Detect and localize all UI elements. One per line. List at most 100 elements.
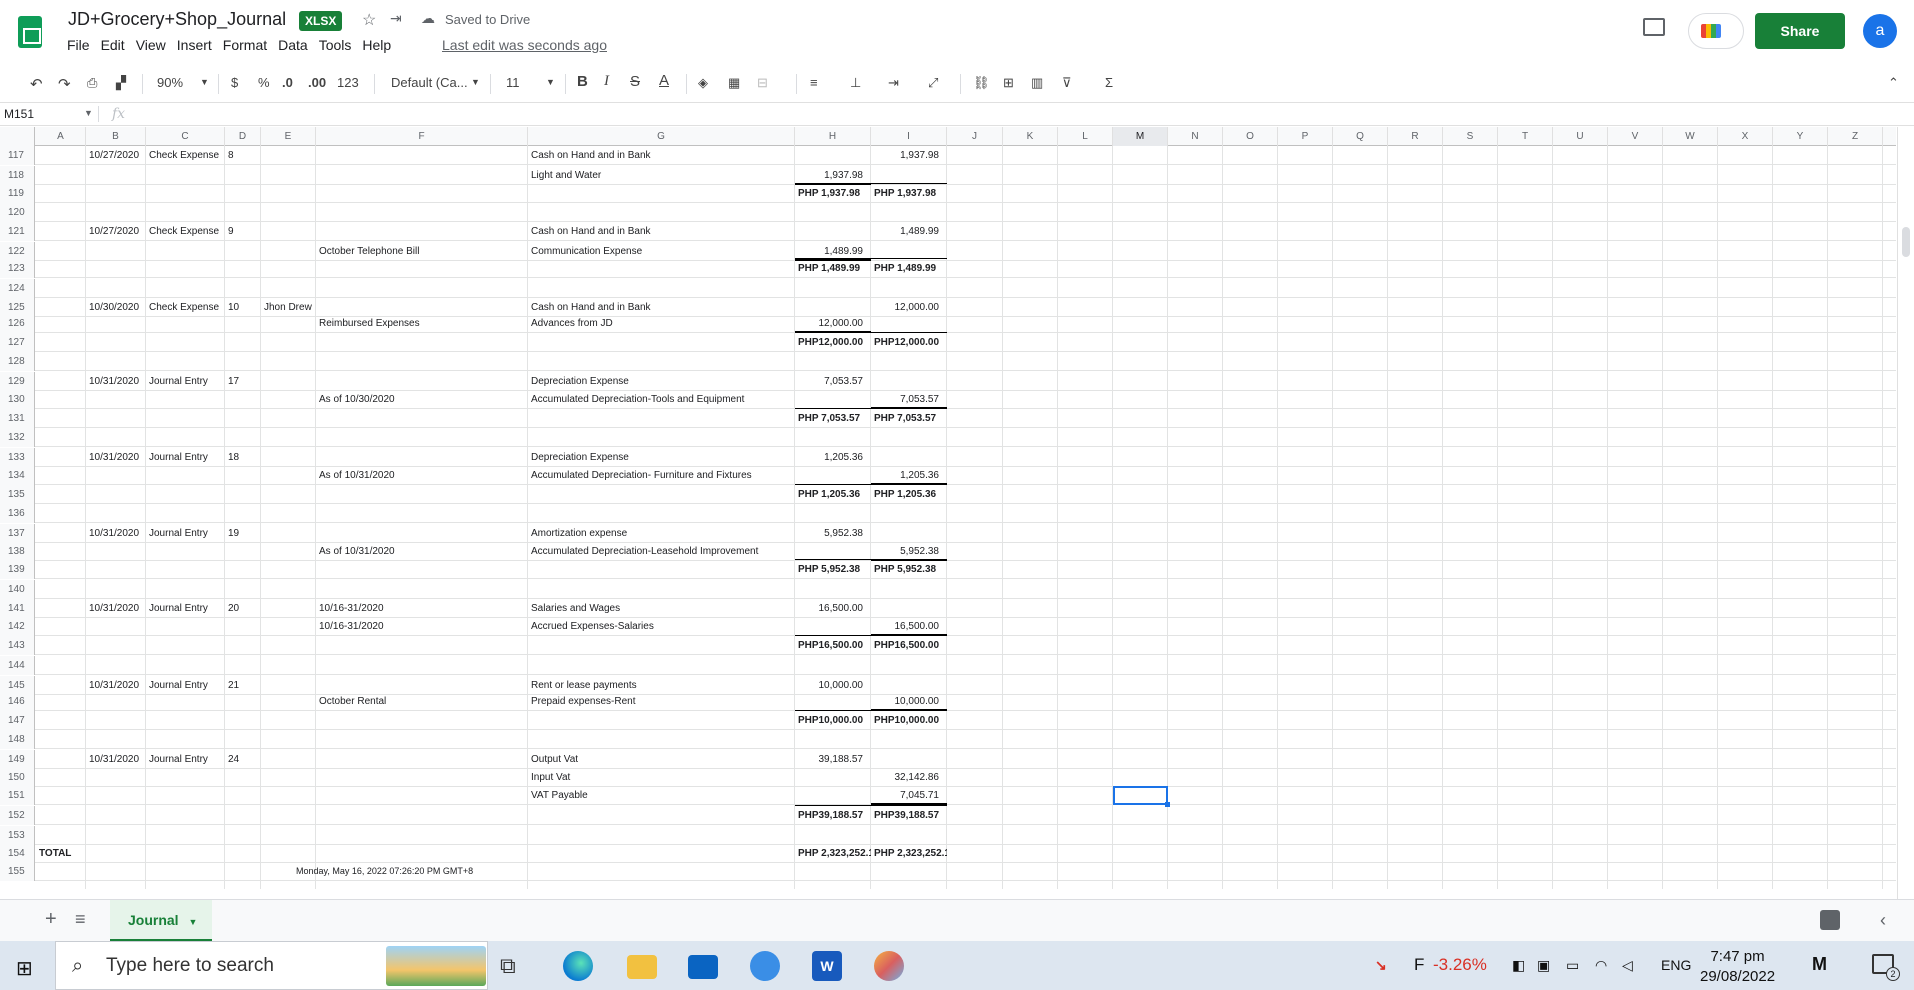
- insert-comment-icon[interactable]: ⊞: [1003, 75, 1014, 91]
- cell-g[interactable]: Salaries and Wages: [531, 599, 808, 618]
- cell-g[interactable]: Advances from JD: [531, 314, 808, 333]
- cell-h[interactable]: PHP12,000.00: [795, 333, 871, 352]
- cell-g[interactable]: Accrued Expenses-Salaries: [531, 617, 808, 636]
- menu-tools[interactable]: Tools: [319, 37, 359, 53]
- stock-icon[interactable]: ↘: [1375, 957, 1387, 974]
- chevron-down-icon[interactable]: ▼: [471, 77, 480, 87]
- column-header[interactable]: G: [528, 127, 795, 146]
- row-header[interactable]: 147: [0, 711, 35, 730]
- cell-h[interactable]: PHP 2,323,252.1: [795, 844, 871, 863]
- scrollbar-thumb[interactable]: [1902, 227, 1910, 257]
- cell-d[interactable]: 17: [228, 372, 261, 391]
- cell-h[interactable]: 1,205.36: [795, 448, 871, 467]
- chevron-down-icon[interactable]: ▼: [84, 108, 93, 118]
- last-edit-link[interactable]: Last edit was seconds ago: [442, 37, 607, 53]
- column-header[interactable]: F: [316, 127, 528, 146]
- filter-icon[interactable]: ⊽: [1062, 75, 1072, 91]
- row-header[interactable]: 118: [0, 166, 35, 185]
- cell-d[interactable]: 20: [228, 599, 261, 618]
- cell-i[interactable]: PHP10,000.00: [871, 711, 947, 730]
- column-header[interactable]: J: [947, 127, 1003, 146]
- volume-icon[interactable]: ◁: [1622, 957, 1633, 974]
- column-header[interactable]: T: [1498, 127, 1553, 146]
- cell-h[interactable]: 16,500.00: [795, 599, 871, 618]
- tab-journal[interactable]: Journal ▼: [110, 900, 212, 942]
- cell-f[interactable]: Reimbursed Expenses: [319, 314, 528, 333]
- cell-d[interactable]: 18: [228, 448, 261, 467]
- cell-i[interactable]: PHP 5,952.38: [871, 560, 947, 579]
- column-header[interactable]: D: [225, 127, 261, 146]
- cell-i[interactable]: PHP12,000.00: [871, 333, 947, 352]
- bold-button[interactable]: B: [577, 73, 588, 90]
- avatar[interactable]: a: [1863, 14, 1897, 48]
- row-header[interactable]: 124: [0, 279, 35, 298]
- print-icon[interactable]: ⎙: [87, 75, 97, 91]
- column-header[interactable]: P: [1278, 127, 1333, 146]
- row-header[interactable]: 120: [0, 203, 35, 222]
- cell-d[interactable]: 24: [228, 750, 261, 769]
- cell-g[interactable]: Accumulated Depreciation- Furniture and …: [531, 466, 808, 485]
- cell-b[interactable]: 10/27/2020: [89, 222, 146, 241]
- cell-i[interactable]: 16,500.00: [871, 617, 947, 636]
- column-header[interactable]: N: [1168, 127, 1223, 146]
- text-color-button[interactable]: A: [659, 72, 669, 89]
- row-header[interactable]: 130: [0, 390, 35, 409]
- cell-i[interactable]: 7,053.57: [871, 390, 947, 409]
- cell-h[interactable]: PHP39,188.57: [795, 806, 871, 825]
- row-header[interactable]: 137: [0, 524, 35, 543]
- collapse-toolbar-icon[interactable]: ⌃: [1888, 75, 1899, 91]
- cell-b[interactable]: 10/31/2020: [89, 448, 146, 467]
- column-header[interactable]: I: [871, 127, 947, 146]
- column-header[interactable]: W: [1663, 127, 1718, 146]
- people-icon[interactable]: ▣: [1537, 957, 1550, 974]
- row-header[interactable]: 155: [0, 862, 35, 881]
- row-header[interactable]: 119: [0, 184, 35, 203]
- undo-icon[interactable]: ↶: [30, 75, 43, 93]
- chevron-left-icon[interactable]: ‹: [1880, 910, 1886, 931]
- battery-icon[interactable]: ▭: [1566, 957, 1579, 974]
- zoom-select[interactable]: 90%: [157, 75, 183, 90]
- cell-g[interactable]: Light and Water: [531, 166, 808, 185]
- cell-g[interactable]: Output Vat: [531, 750, 808, 769]
- insert-chart-icon[interactable]: ▥: [1031, 75, 1043, 91]
- cell-f[interactable]: As of 10/31/2020: [319, 466, 528, 485]
- cell-c[interactable]: Journal Entry: [149, 750, 225, 769]
- cell-c[interactable]: Journal Entry: [149, 524, 225, 543]
- cell-g[interactable]: Accumulated Depreciation-Leasehold Impro…: [531, 542, 808, 561]
- task-view-icon[interactable]: ⧉: [500, 953, 530, 983]
- cell-f[interactable]: 10/16-31/2020: [319, 617, 528, 636]
- cell-f[interactable]: October Rental: [319, 692, 528, 711]
- cell-g[interactable]: Cash on Hand and in Bank: [531, 222, 808, 241]
- column-header[interactable]: U: [1553, 127, 1608, 146]
- cell-h[interactable]: PHP16,500.00: [795, 636, 871, 655]
- word-icon[interactable]: W: [812, 951, 842, 981]
- wifi-icon[interactable]: ◠: [1595, 957, 1607, 974]
- cell-h[interactable]: 12,000.00: [795, 314, 871, 333]
- row-header[interactable]: 127: [0, 333, 35, 352]
- menu-view[interactable]: View: [136, 37, 173, 53]
- cell-c[interactable]: Journal Entry: [149, 448, 225, 467]
- selected-cell[interactable]: [1113, 786, 1170, 807]
- cell-i[interactable]: 32,142.86: [871, 768, 947, 787]
- cell-b[interactable]: 10/31/2020: [89, 599, 146, 618]
- cell-i[interactable]: 1,937.98: [871, 146, 947, 165]
- column-header[interactable]: M: [1113, 127, 1168, 146]
- search-highlight-image[interactable]: [386, 946, 486, 986]
- cell-b[interactable]: 10/27/2020: [89, 146, 146, 165]
- cell-f[interactable]: 10/16-31/2020: [319, 599, 528, 618]
- row-header[interactable]: 135: [0, 485, 35, 504]
- cell-g[interactable]: Input Vat: [531, 768, 808, 787]
- cell-f[interactable]: As of 10/30/2020: [319, 390, 528, 409]
- column-header[interactable]: Y: [1773, 127, 1828, 146]
- row-header[interactable]: 143: [0, 636, 35, 655]
- cell-h[interactable]: 7,053.57: [795, 372, 871, 391]
- menu-insert[interactable]: Insert: [177, 37, 219, 53]
- row-header[interactable]: 129: [0, 372, 35, 391]
- edge-icon[interactable]: [563, 951, 593, 981]
- star-icon[interactable]: ☆: [362, 10, 376, 30]
- chevron-down-icon[interactable]: ▼: [188, 917, 197, 927]
- chat-icon[interactable]: [750, 951, 780, 981]
- all-sheets-icon[interactable]: ≡: [75, 909, 86, 930]
- clock[interactable]: 7:47 pm 29/08/2022: [1700, 947, 1775, 987]
- file-explorer-icon[interactable]: [627, 955, 657, 979]
